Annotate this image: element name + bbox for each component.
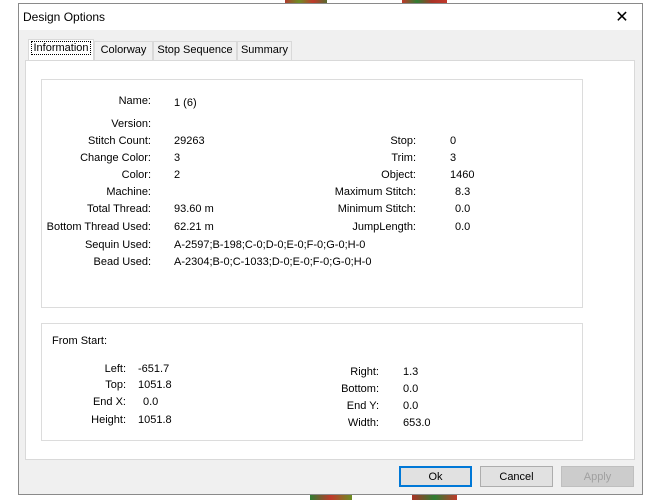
cancel-button[interactable]: Cancel [480,466,553,487]
stitch-count-value: 29263 [174,135,205,147]
tab-stop-sequence[interactable]: Stop Sequence [153,41,237,60]
bead-label: Bead Used: [93,256,151,268]
apply-button[interactable]: Apply [561,466,634,487]
information-panel: Name: 1 (6) Version: Stitch Count: 29263… [25,60,635,460]
bottom-thread-value: 62.21 m [174,221,214,233]
end-y-label: End Y: [346,400,379,412]
close-button[interactable]: ✕ [602,4,642,30]
bottom-label: Bottom: [341,383,379,395]
tab-information[interactable]: Information [28,39,94,60]
end-x-label: End X: [92,396,126,408]
design-info-group: Name: 1 (6) Version: Stitch Count: 29263… [41,79,583,308]
width-label: Width: [347,417,379,429]
left-value: -651.7 [138,363,170,375]
change-color-value: 3 [174,152,181,164]
stop-value: 0 [450,135,457,147]
design-options-dialog: Design Options ✕ Information Colorway St… [18,3,643,495]
title-bar: Design Options ✕ [19,4,642,30]
name-label: Name: [118,95,151,107]
name-value: 1 (6) [174,97,197,109]
min-stitch-label: Minimum Stitch: [337,203,416,215]
jump-length-value: 0.0 [455,221,471,233]
object-value: 1460 [450,169,475,181]
trim-label: Trim: [391,152,416,164]
bottom-thread-label: Bottom Thread Used: [46,221,151,233]
version-label: Version: [111,118,151,130]
tab-colorway[interactable]: Colorway [94,41,153,60]
from-start-group: From Start: Left: -651.7 Top: 1051.8 End… [41,323,583,441]
width-value: 653.0 [403,417,431,429]
total-thread-value: 93.60 m [174,203,214,215]
end-y-value: 0.0 [403,400,419,412]
close-icon: ✕ [615,9,629,26]
height-label: Height: [91,414,126,426]
sequin-value: A-2597;B-198;C-0;D-0;E-0;F-0;G-0;H-0 [174,239,366,251]
stitch-count-label: Stitch Count: [88,135,151,147]
top-value: 1051.8 [138,379,172,391]
jump-length-label: JumpLength: [352,221,416,233]
end-x-value: 0.0 [143,396,159,408]
max-stitch-label: Maximum Stitch: [334,186,416,198]
object-label: Object: [381,169,416,181]
trim-value: 3 [450,152,457,164]
color-label: Color: [121,169,151,181]
bottom-value: 0.0 [403,383,419,395]
height-value: 1051.8 [138,414,172,426]
min-stitch-value: 0.0 [455,203,471,215]
dialog-title: Design Options [23,10,106,24]
change-color-label: Change Color: [80,152,151,164]
right-value: 1.3 [403,366,419,378]
max-stitch-value: 8.3 [455,186,471,198]
total-thread-label: Total Thread: [86,203,151,215]
tab-summary[interactable]: Summary [237,41,292,60]
ok-button[interactable]: Ok [399,466,472,487]
from-start-heading: From Start: [52,335,108,347]
color-value: 2 [174,169,181,181]
bead-value: A-2304;B-0;C-1033;D-0;E-0;F-0;G-0;H-0 [174,256,372,268]
right-label: Right: [350,366,379,378]
sequin-label: Sequin Used: [84,239,151,251]
machine-label: Machine: [106,186,151,198]
left-label: Left: [104,363,126,375]
stop-label: Stop: [390,135,416,147]
top-label: Top: [105,379,126,391]
